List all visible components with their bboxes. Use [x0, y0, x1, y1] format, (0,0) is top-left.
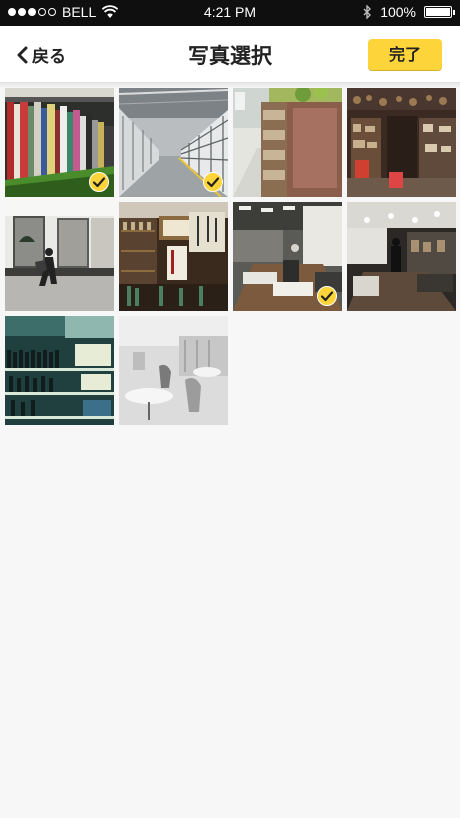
chevron-left-icon — [17, 46, 28, 63]
photo-thumbnail-3[interactable] — [233, 88, 342, 197]
photo-thumbnail-4[interactable] — [347, 88, 456, 197]
battery-icon — [424, 6, 455, 18]
selected-check-icon — [317, 286, 337, 306]
back-button-label: 戻る — [32, 47, 66, 67]
store-shelves-photo — [233, 88, 342, 197]
cafe-interior-photo — [347, 202, 456, 311]
status-bar: BELL 4:21 PM 100% — [0, 0, 460, 26]
photo-thumbnail-1[interactable] — [5, 88, 114, 197]
photo-thumbnail-7[interactable] — [233, 202, 342, 311]
photo-thumbnail-10[interactable] — [119, 316, 228, 425]
selected-check-icon — [203, 172, 223, 192]
navigation-bar: 戻る 写真選択 完了 — [0, 26, 460, 83]
selected-check-icon — [89, 172, 109, 192]
photo-thumbnail-2[interactable] — [119, 88, 228, 197]
bluetooth-icon — [363, 5, 372, 19]
battery-percent: 100% — [380, 4, 416, 20]
sake-shop-photo — [119, 202, 228, 311]
bottle-shelves-photo — [5, 316, 114, 425]
kitchen-shop-photo — [347, 88, 456, 197]
photo-thumbnail-6[interactable] — [119, 202, 228, 311]
photo-thumbnail-8[interactable] — [347, 202, 456, 311]
street-pedestrian-photo — [5, 202, 114, 311]
back-button[interactable]: 戻る — [16, 42, 66, 67]
white-cafe-photo — [119, 316, 228, 425]
photo-thumbnail-9[interactable] — [5, 316, 114, 425]
photo-thumbnail-5[interactable] — [5, 202, 114, 311]
done-button[interactable]: 完了 — [368, 39, 442, 70]
